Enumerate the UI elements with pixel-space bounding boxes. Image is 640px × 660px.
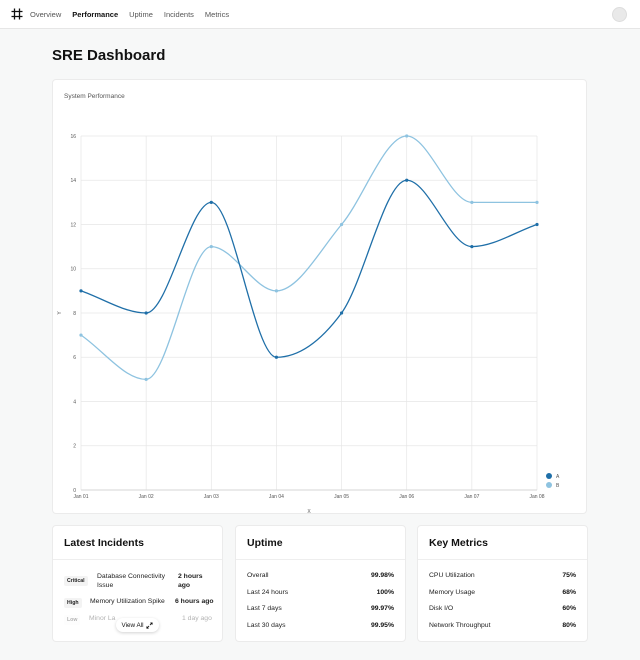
metric-value: 60% [562, 605, 576, 612]
metric-label: Network Throughput [429, 622, 491, 629]
data-point-a [144, 311, 148, 315]
series-line-b [80, 135, 537, 381]
y-tick-label: 10 [70, 267, 76, 273]
x-tick-label: Jan 02 [139, 494, 154, 500]
data-point-a [209, 200, 213, 204]
incident-title: Memory Utilization Spike [90, 598, 165, 605]
top-navigation-bar: Overview Performance Uptime Incidents Me… [0, 0, 640, 29]
nav-overview[interactable]: Overview [30, 10, 61, 19]
uptime-card: Uptime Overall 99.98% Last 24 hours 100%… [235, 525, 406, 642]
data-point-a [274, 355, 279, 359]
key-metrics-card: Key Metrics CPU Utilization 75% Memory U… [417, 525, 588, 642]
incident-time: 1 day ago [182, 615, 212, 622]
uptime-value: 99.95% [370, 622, 394, 629]
severity-badge: Critical [64, 576, 88, 586]
data-point-a [470, 245, 474, 249]
uptime-value: 99.97% [370, 605, 394, 612]
uptime-title: Uptime [247, 537, 283, 549]
legend-label: B [556, 483, 560, 489]
metric-row: CPU Utilization 75% [429, 572, 576, 581]
metrics-title: Key Metrics [429, 537, 488, 549]
y-tick-label: 16 [70, 134, 76, 140]
data-point-b [339, 222, 344, 227]
latest-incidents-card: Latest Incidents Critical Database Conne… [52, 525, 223, 642]
expand-icon [146, 621, 154, 629]
data-point-b [274, 289, 279, 293]
y-tick-label: 6 [73, 355, 76, 361]
legend-label: A [556, 474, 560, 480]
x-tick-label: Jan 03 [204, 494, 219, 500]
data-point-b [209, 245, 213, 249]
y-tick-label: 4 [73, 399, 76, 405]
data-point-b [79, 333, 83, 337]
nav-metrics[interactable]: Metrics [205, 10, 229, 19]
divider [236, 559, 405, 560]
system-performance-card: System Performance 0 2 4 6 8 10 12 14 16 Jan 01 Ja… [52, 79, 587, 515]
incident-title: Database Connectivity Issue [97, 573, 166, 589]
nav-uptime[interactable]: Uptime [129, 10, 153, 19]
metric-row: Network Throughput 80% [429, 622, 576, 631]
view-all-button[interactable]: View All [116, 618, 159, 632]
data-point-b [535, 200, 539, 204]
x-tick-label: Jan 04 [269, 494, 284, 500]
y-tick-label: 2 [73, 444, 76, 450]
uptime-row: Overall 99.98% [247, 572, 394, 581]
y-axis-label: Y [57, 311, 63, 315]
incident-title: Minor La [89, 615, 116, 622]
y-tick-label: 12 [70, 222, 76, 228]
x-tick-label: Jan 01 [73, 494, 88, 500]
data-point-a [339, 311, 344, 315]
user-avatar[interactable] [612, 7, 627, 22]
uptime-label: Overall [247, 572, 269, 579]
uptime-row: Last 30 days 99.95% [247, 622, 394, 631]
severity-badge: Low [64, 615, 81, 625]
nav-performance[interactable]: Performance [72, 10, 118, 19]
metric-row: Memory Usage 68% [429, 589, 576, 598]
divider [53, 559, 222, 560]
y-tick-label: 8 [73, 311, 76, 317]
y-tick-label: 14 [70, 178, 76, 184]
x-tick-label: Jan 05 [334, 494, 349, 500]
data-point-b [470, 200, 474, 204]
metric-label: CPU Utilization [429, 572, 475, 579]
legend-marker-a [546, 473, 552, 479]
metric-value: 75% [562, 572, 576, 579]
nav-incidents[interactable]: Incidents [164, 10, 194, 19]
incident-time: 6 hours ago [175, 598, 214, 605]
performance-line-chart: 0 2 4 6 8 10 12 14 16 Jan 01 Jan 02 Jan 03 Jan 04 Jan… [57, 134, 560, 515]
uptime-label: Last 7 days [247, 605, 282, 612]
x-axis-label: X [307, 509, 311, 515]
page-title: SRE Dashboard [52, 47, 166, 64]
metric-value: 80% [562, 622, 576, 629]
x-tick-label: Jan 06 [399, 494, 414, 500]
logo-icon[interactable] [11, 8, 23, 20]
incident-time: 2 hours ago [178, 573, 203, 589]
data-point-b [144, 377, 148, 381]
uptime-row: Last 7 days 99.97% [247, 605, 394, 614]
severity-badge: High [64, 598, 82, 608]
uptime-value: 99.98% [370, 572, 394, 579]
main-nav: Overview Performance Uptime Incidents Me… [30, 10, 229, 19]
metric-label: Disk I/O [429, 605, 454, 612]
y-tick-label: 0 [73, 488, 76, 494]
legend-marker-b [546, 482, 552, 488]
metric-label: Memory Usage [429, 589, 476, 596]
divider [418, 559, 587, 560]
uptime-label: Last 30 days [247, 622, 286, 629]
uptime-value: 100% [376, 589, 394, 596]
data-point-a [535, 222, 539, 227]
metric-value: 68% [562, 589, 576, 596]
x-tick-label: Jan 07 [464, 494, 479, 500]
view-all-label: View All [121, 621, 144, 629]
data-point-a [79, 289, 83, 293]
incidents-title: Latest Incidents [64, 537, 144, 549]
x-tick-label: Jan 08 [529, 494, 544, 500]
data-point-b [405, 134, 409, 138]
data-point-a [405, 178, 409, 182]
uptime-row: Last 24 hours 100% [247, 589, 394, 598]
uptime-label: Last 24 hours [247, 589, 289, 596]
incident-row[interactable]: High Memory Utilization Spike 6 hours ag… [64, 598, 214, 608]
incident-row[interactable]: Critical Database Connectivity Issue 2 h… [64, 572, 214, 592]
metric-row: Disk I/O 60% [429, 605, 576, 614]
